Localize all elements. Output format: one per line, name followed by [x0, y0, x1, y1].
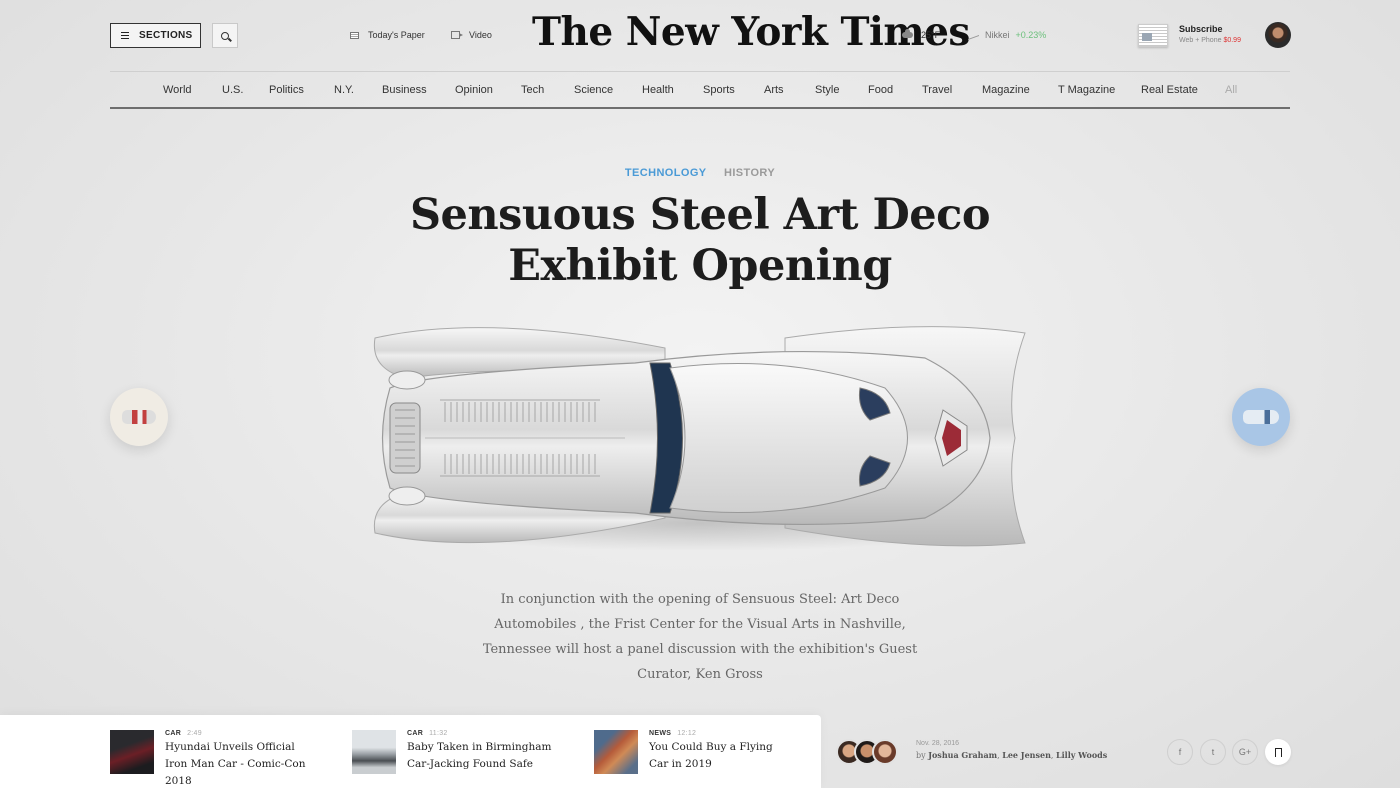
- nav-item-ny[interactable]: N.Y.: [334, 84, 354, 96]
- nav-item-opinion[interactable]: Opinion: [455, 84, 493, 96]
- todays-paper-link[interactable]: Today's Paper: [350, 30, 425, 40]
- google-plus-share-button[interactable]: G+: [1232, 739, 1258, 765]
- search-button[interactable]: [212, 23, 238, 48]
- video-label: Video: [469, 30, 492, 40]
- market-widget[interactable]: Nikkei +0.23%: [968, 29, 1047, 41]
- nav-item-food[interactable]: Food: [868, 84, 893, 96]
- video-link[interactable]: Video: [451, 30, 492, 40]
- weather-widget[interactable]: 25°F: [902, 29, 941, 40]
- temperature: 25°F: [921, 30, 941, 40]
- story-meta: CAR 11:32: [407, 730, 557, 737]
- by-label: by: [916, 751, 926, 760]
- author-list: by Joshua Graham, Lee Jensen, Lilly Wood…: [916, 750, 1108, 760]
- facebook-icon: f: [1178, 747, 1182, 757]
- sections-button[interactable]: SECTIONS: [110, 23, 201, 48]
- tag-history[interactable]: HISTORY: [724, 167, 775, 179]
- headline-line-2: Exhibit Opening: [508, 241, 892, 291]
- nav-item-t-magazine[interactable]: T Magazine: [1058, 84, 1115, 96]
- author-name[interactable]: Lilly Woods: [1056, 750, 1107, 760]
- story-thumbnail: [352, 730, 396, 774]
- author-avatar[interactable]: [872, 739, 898, 765]
- story-meta: NEWS 12:12: [649, 730, 779, 737]
- nav-item-all[interactable]: All: [1225, 84, 1237, 96]
- google-plus-icon: G+: [1238, 747, 1252, 757]
- nav-item-arts[interactable]: Arts: [764, 84, 784, 96]
- article-tags: TECHNOLOGY HISTORY: [0, 167, 1400, 179]
- nav-item-real-estate[interactable]: Real Estate: [1141, 84, 1198, 96]
- subscribe-link[interactable]: Subscribe Web + Phone $0.99: [1179, 24, 1241, 44]
- story-category: CAR: [407, 730, 424, 737]
- red-car-thumbnail-icon: [122, 410, 156, 424]
- story-thumbnail: [110, 730, 154, 774]
- nav-item-tech[interactable]: Tech: [521, 84, 544, 96]
- subscribe-price: $0.99: [1223, 37, 1241, 44]
- art-deco-car-image: [373, 326, 1026, 551]
- facebook-share-button[interactable]: f: [1167, 739, 1193, 765]
- trend-icon: [968, 29, 979, 41]
- newspaper-icon: [350, 31, 359, 39]
- nav-item-sports[interactable]: Sports: [703, 84, 735, 96]
- video-camera-icon: [451, 31, 463, 39]
- todays-paper-label: Today's Paper: [368, 30, 425, 40]
- market-name: Nikkei: [985, 30, 1010, 40]
- story-title: Baby Taken in Birmingham Car-Jacking Fou…: [407, 741, 552, 770]
- article-lede: In conjunction with the opening of Sensu…: [482, 592, 918, 682]
- related-story-3[interactable]: NEWS 12:12 You Could Buy a Flying Car in …: [594, 730, 779, 774]
- author-name[interactable]: Joshua Graham: [928, 750, 997, 760]
- bookmark-icon: [1274, 747, 1282, 759]
- story-title: Hyundai Unveils Official Iron Man Car - …: [165, 741, 306, 787]
- search-icon: [221, 31, 229, 40]
- story-text: CAR 2:49 Hyundai Unveils Official Iron Ma…: [165, 730, 315, 788]
- section-nav: World U.S. Politics N.Y. Business Opinio…: [110, 71, 1290, 109]
- next-story-button[interactable]: [1232, 388, 1290, 446]
- twitter-icon: t: [1211, 747, 1215, 757]
- subscribe-desc: Web + Phone $0.99: [1179, 37, 1241, 44]
- article-byline: Nov. 28, 2016 by Joshua Graham, Lee Jens…: [916, 740, 1107, 760]
- nav-item-science[interactable]: Science: [574, 84, 613, 96]
- story-time: 11:32: [429, 730, 448, 737]
- story-thumbnail: [594, 730, 638, 774]
- story-meta: CAR 2:49: [165, 730, 315, 737]
- article-date: Nov. 28, 2016: [916, 740, 960, 747]
- nav-item-business[interactable]: Business: [382, 84, 427, 96]
- related-story-1[interactable]: CAR 2:49 Hyundai Unveils Official Iron Ma…: [110, 730, 315, 788]
- sections-label: SECTIONS: [139, 30, 193, 41]
- headline-line-1: Sensuous Steel Art Deco: [409, 190, 991, 240]
- cloud-icon: [902, 29, 913, 38]
- nyt-logo[interactable]: The New York Times: [532, 9, 970, 55]
- related-story-2[interactable]: CAR 11:32 Baby Taken in Birmingham Car-Ja…: [352, 730, 557, 774]
- article-headline: Sensuous Steel Art Deco Exhibit Opening: [0, 190, 1400, 292]
- top-bar: SECTIONS Today's Paper Video The New Yor…: [110, 0, 1291, 70]
- blue-car-thumbnail-icon: [1243, 410, 1279, 424]
- story-text: NEWS 12:12 You Could Buy a Flying Car in …: [649, 730, 779, 774]
- nav-item-world[interactable]: World: [163, 84, 192, 96]
- story-time: 2:49: [187, 730, 202, 737]
- author-name[interactable]: Lee Jensen: [1002, 750, 1051, 760]
- author-avatars: [836, 739, 898, 765]
- tag-technology[interactable]: TECHNOLOGY: [625, 167, 707, 179]
- market-change: +0.23%: [1015, 30, 1047, 40]
- nav-item-politics[interactable]: Politics: [269, 84, 304, 96]
- subscribe-plan: Web + Phone: [1179, 37, 1222, 44]
- user-avatar[interactable]: [1265, 22, 1291, 48]
- story-text: CAR 11:32 Baby Taken in Birmingham Car-Ja…: [407, 730, 557, 774]
- story-category: CAR: [165, 730, 182, 737]
- story-category: NEWS: [649, 730, 672, 737]
- bookmark-button[interactable]: [1265, 739, 1291, 765]
- subscribe-title: Subscribe: [1179, 24, 1223, 34]
- twitter-share-button[interactable]: t: [1200, 739, 1226, 765]
- nav-item-health[interactable]: Health: [642, 84, 674, 96]
- nav-item-style[interactable]: Style: [815, 84, 839, 96]
- nav-item-us[interactable]: U.S.: [222, 84, 243, 96]
- previous-story-button[interactable]: [110, 388, 168, 446]
- related-stories-bar: CAR 2:49 Hyundai Unveils Official Iron Ma…: [0, 715, 821, 788]
- story-title: You Could Buy a Flying Car in 2019: [649, 741, 773, 770]
- nav-item-travel[interactable]: Travel: [922, 84, 952, 96]
- story-time: 12:12: [677, 730, 697, 737]
- menu-icon: [121, 32, 129, 39]
- nav-item-magazine[interactable]: Magazine: [982, 84, 1030, 96]
- newspaper-thumbnail[interactable]: [1138, 24, 1168, 47]
